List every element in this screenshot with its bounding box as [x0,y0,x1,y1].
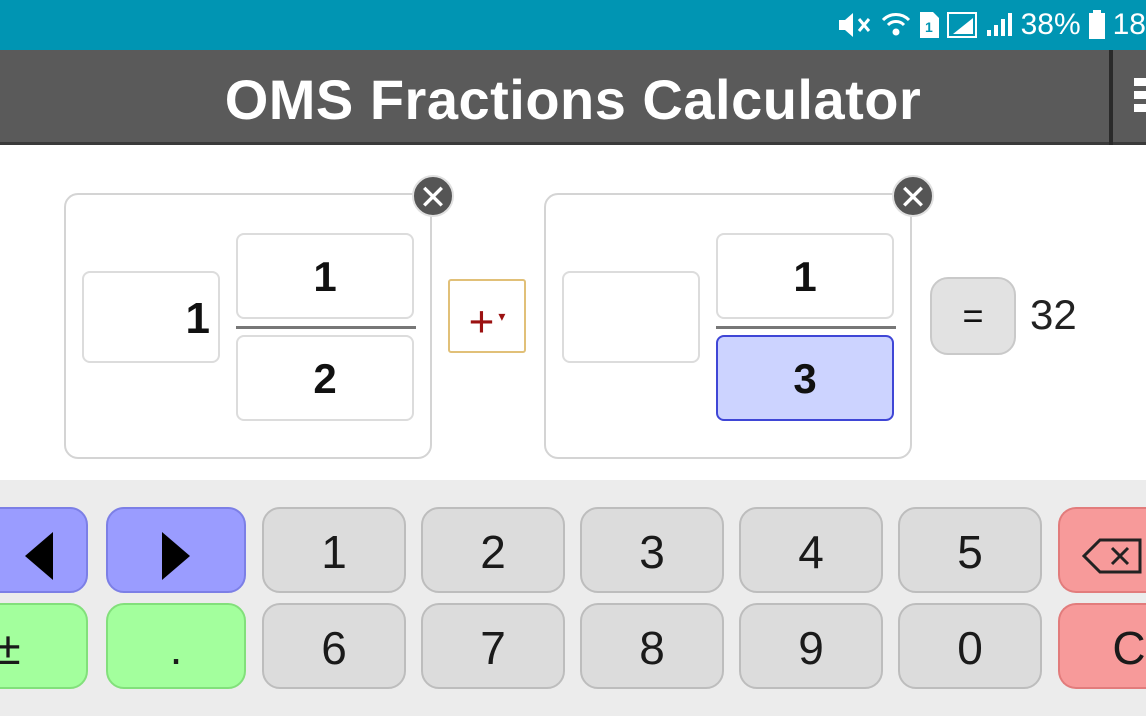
signal-icon [986,13,1012,36]
fraction-1-box: 1 1 2 [64,193,432,459]
operator-value: + [468,297,495,347]
fraction-2-box: 1 3 [544,193,912,459]
fraction-1-bar [236,326,416,329]
menu-icon[interactable] [1134,78,1146,118]
battery-icon [1088,10,1105,39]
fraction-1-whole-field[interactable]: 1 [82,271,220,363]
fraction-1-numerator-field[interactable]: 1 [236,233,414,319]
decimal-point-button[interactable]: . [106,603,246,689]
key-2-button[interactable]: 2 [421,507,565,593]
chevron-down-icon: ▾ [498,308,506,324]
key-6-button[interactable]: 6 [262,603,406,689]
cursor-left-button[interactable] [0,507,88,593]
battery-percent: 38% [1020,8,1081,41]
clear-label: C [1112,622,1146,674]
fraction-2-whole-field[interactable] [562,271,700,363]
key-5-button[interactable]: 5 [898,507,1042,593]
equals-button[interactable]: = [930,277,1016,355]
key-8-button[interactable]: 8 [580,603,724,689]
sim-icon: 1 [919,12,939,38]
expression-area: 1 1 2 ✕ + ▾ 1 3 ✕ = 32 [0,145,1146,480]
operator-select[interactable]: + ▾ [448,279,526,353]
key-9-button[interactable]: 9 [739,603,883,689]
arrow-left-icon [25,531,53,580]
cursor-right-button[interactable] [106,507,246,593]
svg-text:1: 1 [925,19,933,35]
signal-icon [946,12,977,38]
app-title: OMS Fractions Calculator [224,68,922,131]
remove-fraction-1-close-icon[interactable]: ✕ [412,175,454,217]
clear-button[interactable]: C [1058,603,1146,689]
menu-divider [1109,50,1113,145]
mute-icon [838,13,870,37]
keypad: 1 2 3 4 5 ± . 6 7 8 9 0 C [0,480,1146,716]
backspace-icon [1081,538,1142,574]
status-icons: 1 38% 18 [835,0,1146,50]
wifi-icon [881,13,910,36]
fraction-2-denominator-field[interactable]: 3 [716,335,894,421]
result-value: 32 [1030,291,1077,338]
status-time: 18 [1112,8,1146,41]
fraction-2-bar [716,326,896,329]
plus-minus-label: ± [0,622,21,674]
remove-fraction-2-close-icon[interactable]: ✕ [892,175,934,217]
fraction-2-numerator-field[interactable]: 1 [716,233,894,319]
backspace-button[interactable] [1058,507,1146,593]
title-bar: OMS Fractions Calculator [0,50,1146,145]
arrow-right-icon [162,531,190,580]
key-0-button[interactable]: 0 [898,603,1042,689]
key-3-button[interactable]: 3 [580,507,724,593]
plus-minus-button[interactable]: ± [0,603,88,689]
key-1-button[interactable]: 1 [262,507,406,593]
fraction-1-denominator-field[interactable]: 2 [236,335,414,421]
status-bar: 1 38% 18 [0,0,1146,50]
key-4-button[interactable]: 4 [739,507,883,593]
key-7-button[interactable]: 7 [421,603,565,689]
